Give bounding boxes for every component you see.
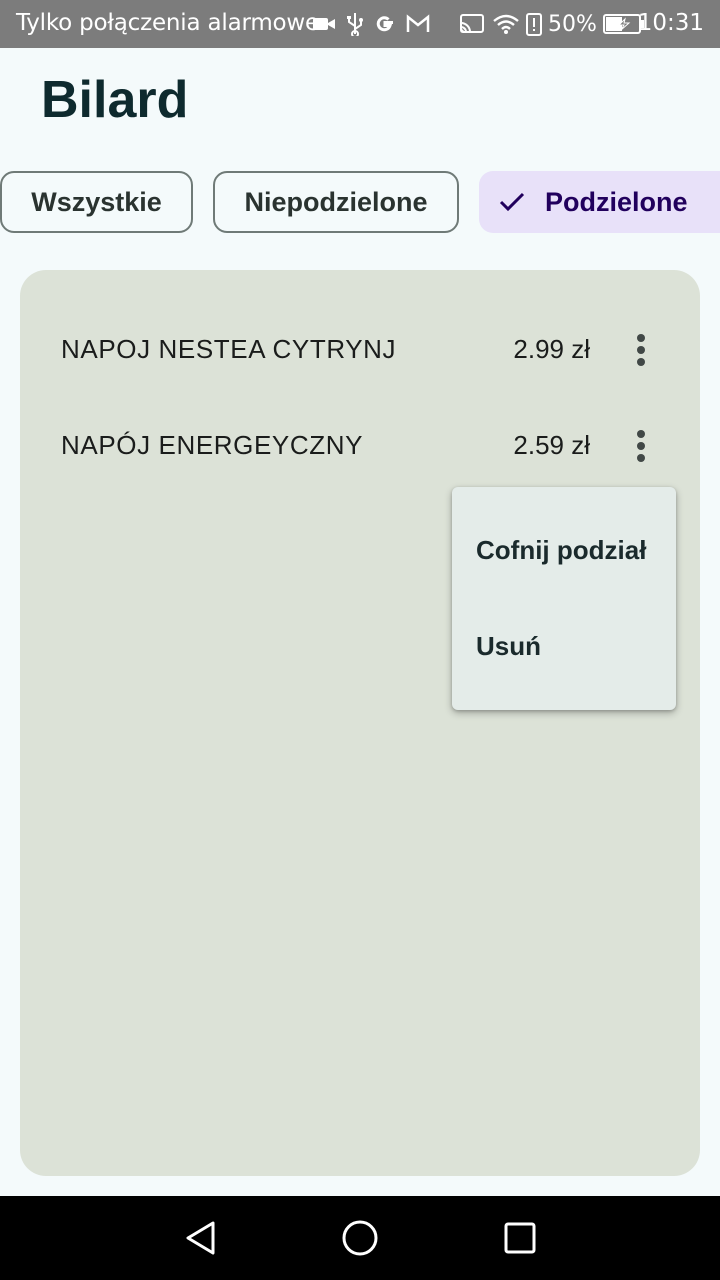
- page-title: Bilard: [41, 71, 189, 129]
- more-vert-icon[interactable]: [626, 328, 656, 372]
- filter-chip-all[interactable]: Wszystkie: [0, 171, 193, 233]
- filter-chip-divided-label: Podzielone: [545, 186, 688, 217]
- check-icon: [499, 192, 525, 212]
- cast-icon: [458, 13, 486, 35]
- gmail-icon: [406, 14, 430, 34]
- items-card: NAPOJ NESTEA CYTRYNJ 2.99 zł NAPÓJ ENERG…: [20, 270, 700, 1176]
- back-icon[interactable]: [180, 1216, 224, 1260]
- filter-chip-divided[interactable]: Podzielone: [479, 171, 720, 233]
- filter-chip-undivided-label: Niepodzielone: [244, 186, 428, 217]
- list-item[interactable]: NAPÓJ ENERGEYCZNY 2.59 zł: [20, 406, 700, 486]
- filter-chip-all-label: Wszystkie: [31, 186, 162, 217]
- google-icon: [374, 13, 396, 35]
- status-time: 10:31: [637, 10, 704, 36]
- usb-icon: [346, 12, 364, 36]
- item-name: NAPÓJ ENERGEYCZNY: [61, 430, 364, 460]
- status-carrier-text: Tylko połączenia alarmowe: [16, 10, 319, 36]
- status-bar: Tylko połączenia alarmowe 50% 10:31: [0, 0, 720, 48]
- item-name: NAPOJ NESTEA CYTRYNJ: [61, 334, 397, 364]
- list-item[interactable]: NAPOJ NESTEA CYTRYNJ 2.99 zł: [20, 310, 700, 390]
- recents-icon[interactable]: [498, 1216, 542, 1260]
- more-vert-icon[interactable]: [626, 424, 656, 468]
- battery-percent: 50%: [548, 11, 597, 37]
- battery-alert-icon: [526, 12, 542, 36]
- context-menu: Cofnij podział Usuń: [452, 487, 676, 710]
- wifi-icon: [492, 13, 520, 35]
- item-price: 2.99 zł: [513, 334, 590, 364]
- filter-chip-undivided[interactable]: Niepodzielone: [213, 171, 459, 233]
- menu-item-undo-split[interactable]: Cofnij podział: [476, 535, 646, 566]
- item-price: 2.59 zł: [513, 430, 590, 460]
- menu-item-delete[interactable]: Usuń: [476, 631, 541, 662]
- video-icon: [312, 15, 336, 33]
- home-icon[interactable]: [338, 1216, 382, 1260]
- navigation-bar: [0, 1196, 720, 1280]
